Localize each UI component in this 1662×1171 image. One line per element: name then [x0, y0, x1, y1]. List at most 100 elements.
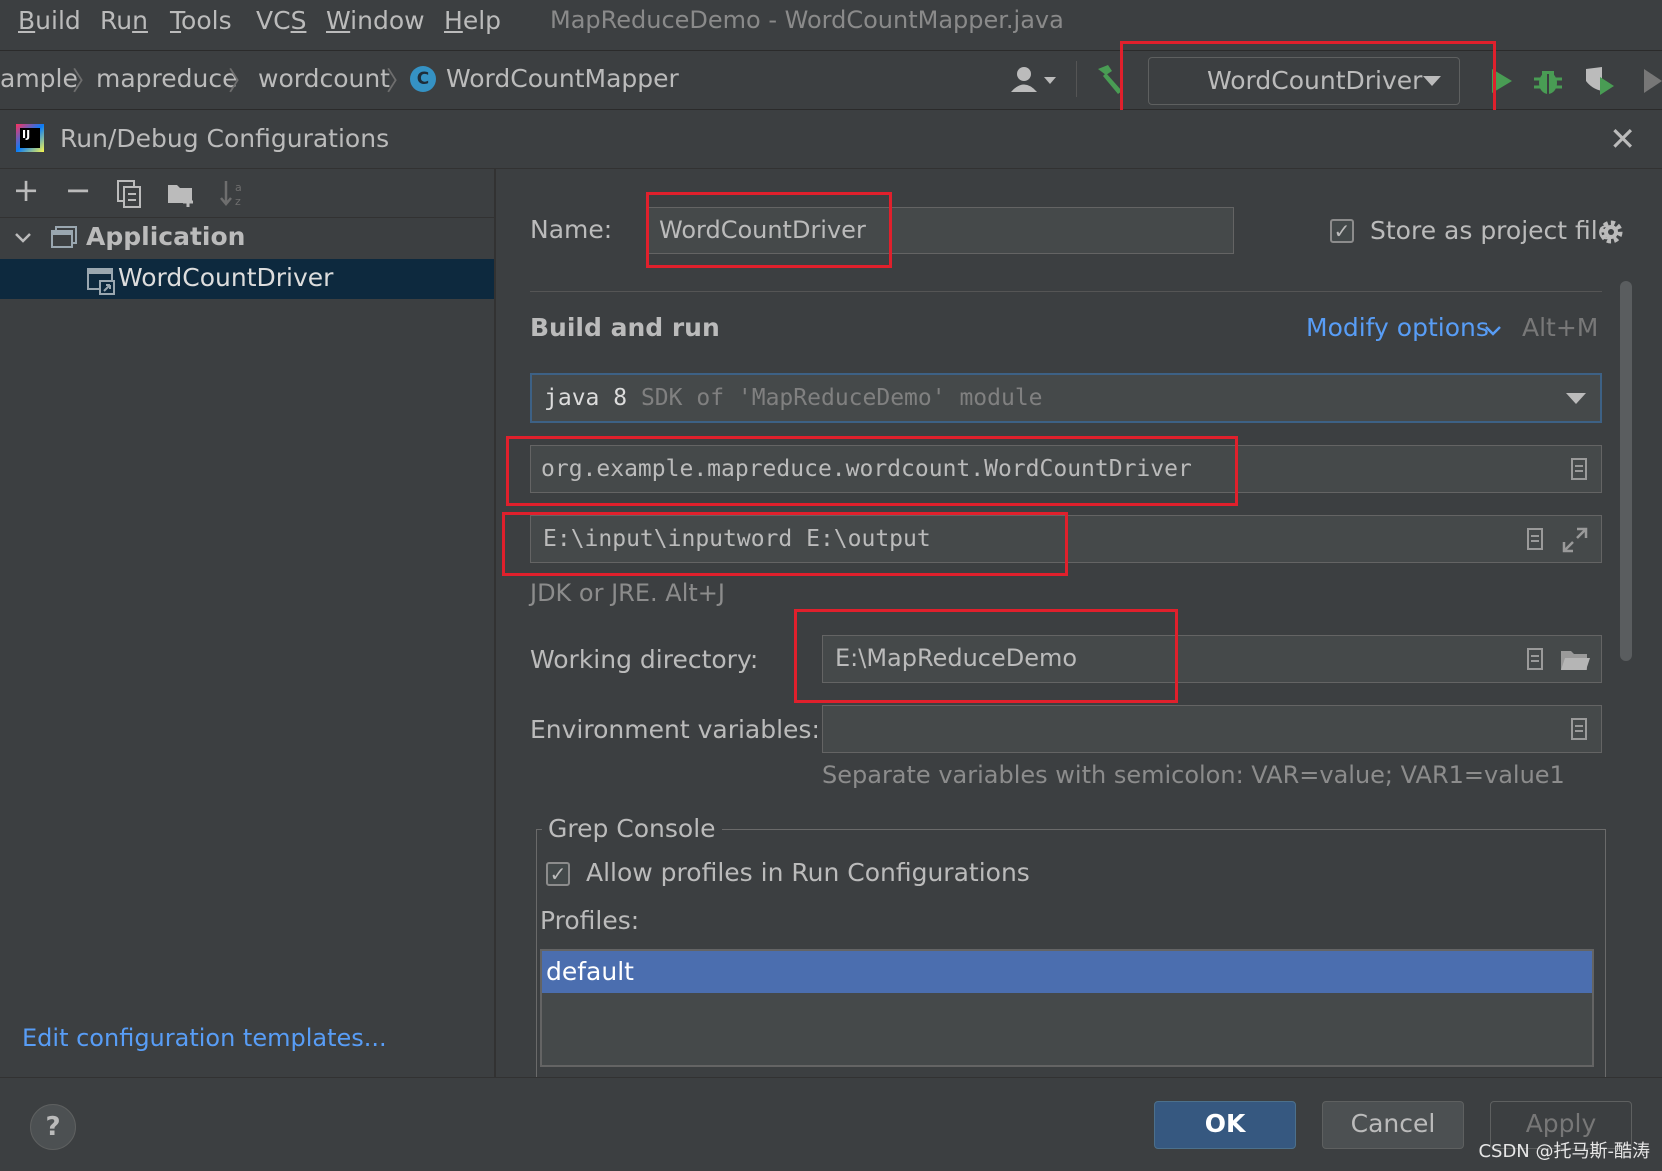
jdk-version: java 8	[544, 385, 628, 411]
environment-variables-label: Environment variables:	[530, 715, 820, 744]
menu-bar: Build Run Tools VCS Window Help MapReduc…	[0, 0, 1662, 51]
jdk-select-value: java 8 SDK of 'MapReduceDemo' module	[544, 385, 1043, 411]
menu-window-label: indow	[350, 6, 425, 35]
watermark-text: CSDN @托马斯-酷涛	[1478, 1141, 1650, 1162]
remove-configuration-icon[interactable]: −	[58, 171, 98, 209]
menu-tools[interactable]: Tools	[170, 6, 232, 35]
dialog-header: IJ Run/Debug Configurations ✕	[0, 110, 1662, 169]
cancel-button[interactable]: Cancel	[1322, 1101, 1464, 1149]
main-class-input[interactable]: org.example.mapreduce.wordcount.WordCoun…	[530, 445, 1602, 493]
program-arguments-input[interactable]: E:\input\inputword E:\output	[530, 515, 1602, 563]
menu-run-label: Ru	[100, 6, 133, 35]
breadcrumb-separator-icon: 〉	[72, 67, 99, 97]
insert-macro-icon[interactable]	[1527, 528, 1543, 550]
help-button[interactable]: ?	[30, 1104, 76, 1150]
configurations-toolbar: + − a z	[0, 169, 494, 218]
breadcrumb-separator-icon: 〉	[386, 67, 413, 97]
insert-macro-icon[interactable]	[1527, 648, 1543, 670]
edit-environment-variables-icon[interactable]	[1571, 718, 1587, 740]
menu-run-mnemonic: n	[132, 6, 148, 35]
breadcrumb-wordcount[interactable]: wordcount	[258, 64, 390, 93]
breadcrumb-class[interactable]: WordCountMapper	[446, 64, 679, 93]
menu-build-label: uild	[35, 6, 81, 35]
name-input-value: WordCountDriver	[659, 216, 866, 244]
grep-console-title: Grep Console	[542, 814, 722, 843]
menu-tools-label: ools	[181, 6, 232, 35]
dialog-title: Run/Debug Configurations	[60, 124, 390, 153]
menu-vcs[interactable]: VCS	[256, 6, 306, 35]
profiles-list[interactable]: default	[540, 949, 1594, 1067]
ok-button[interactable]: OK	[1154, 1101, 1296, 1149]
allow-profiles-checkbox[interactable]: ✓	[546, 862, 570, 886]
tree-item-wordcountdriver[interactable]: WordCountDriver	[0, 259, 494, 299]
close-icon[interactable]: ✕	[1609, 120, 1636, 158]
environment-variables-input[interactable]	[822, 705, 1602, 753]
user-icon[interactable]	[1008, 65, 1060, 95]
list-item-selected[interactable]: default	[542, 951, 1592, 993]
svg-text:a: a	[235, 181, 242, 194]
configurations-sidebar: + − a z Application WordCountDriver Edit…	[0, 169, 496, 1077]
working-directory-value: E:\MapReduceDemo	[835, 644, 1078, 672]
menu-run[interactable]: Run	[100, 6, 148, 35]
modify-options-link[interactable]: Modify options	[1306, 313, 1489, 342]
working-directory-label: Working directory:	[530, 645, 759, 674]
tree-group-application[interactable]: Application	[0, 219, 494, 259]
gear-icon[interactable]	[1596, 217, 1626, 247]
run-configuration-selector[interactable]: WordCountDriver	[1148, 57, 1460, 105]
java-class-icon: C	[410, 66, 436, 92]
name-input[interactable]: WordCountDriver	[646, 207, 1234, 254]
working-directory-input[interactable]: E:\MapReduceDemo	[822, 635, 1602, 683]
dialog-button-bar: ? OK Cancel Apply CSDN @托马斯-酷涛	[0, 1077, 1662, 1171]
menu-help[interactable]: Help	[444, 6, 501, 35]
new-folder-icon[interactable]	[166, 179, 198, 209]
menu-tools-mnemonic: T	[170, 6, 182, 35]
section-divider	[530, 291, 1602, 292]
jre-hint: JDK or JRE. Alt+J	[530, 579, 725, 607]
debug-icon[interactable]	[1532, 65, 1564, 97]
breadcrumb-mapreduce[interactable]: mapreduce	[96, 64, 238, 93]
svg-text:z: z	[235, 195, 241, 208]
menu-build-mnemonic: B	[18, 6, 36, 35]
program-arguments-value: E:\input\inputword E:\output	[543, 526, 931, 552]
tree-item-label: WordCountDriver	[118, 263, 334, 292]
store-as-project-file-checkbox[interactable]: ✓	[1330, 219, 1354, 243]
run-with-coverage-icon[interactable]	[1582, 65, 1618, 99]
application-config-icon	[87, 268, 115, 295]
expand-icon[interactable]	[1561, 526, 1589, 554]
browse-class-icon[interactable]	[1571, 458, 1587, 480]
menu-help-label: elp	[462, 6, 502, 35]
jdk-select[interactable]: java 8 SDK of 'MapReduceDemo' module	[530, 373, 1602, 423]
tree-group-label: Application	[86, 222, 246, 251]
menu-vcs-mnemonic: S	[290, 6, 307, 35]
toolbar-divider	[1076, 61, 1077, 97]
name-label: Name:	[530, 215, 613, 244]
chevron-down-icon[interactable]	[1566, 393, 1586, 405]
run-icon[interactable]	[1488, 67, 1514, 95]
modify-options-shortcut: Alt+M	[1522, 313, 1599, 342]
menu-window[interactable]: Window	[326, 6, 425, 35]
folder-icon[interactable]	[1559, 646, 1591, 674]
add-configuration-icon[interactable]: +	[6, 171, 46, 209]
scrollbar[interactable]	[1620, 281, 1632, 661]
chevron-down-icon[interactable]	[1484, 325, 1502, 339]
store-as-project-file-label: Store as project file	[1370, 216, 1614, 245]
build-and-run-heading: Build and run	[530, 313, 720, 342]
chevron-down-icon[interactable]	[14, 231, 32, 245]
jdk-hint: SDK of 'MapReduceDemo' module	[640, 385, 1043, 411]
configuration-form: Name: WordCountDriver ✓ Store as project…	[496, 169, 1662, 1090]
copy-configuration-icon[interactable]	[116, 179, 144, 209]
more-actions-icon[interactable]	[1640, 67, 1662, 95]
breadcrumb-separator-icon: 〉	[228, 67, 255, 97]
main-class-value: org.example.mapreduce.wordcount.WordCoun…	[541, 456, 1192, 482]
edit-configuration-templates-link[interactable]: Edit configuration templates...	[22, 1024, 387, 1052]
environment-variables-hint: Separate variables with semicolon: VAR=v…	[822, 761, 1565, 789]
intellij-logo-icon: IJ	[16, 124, 44, 152]
window-title: MapReduceDemo - WordCountMapper.java	[550, 6, 1064, 34]
build-hammer-icon[interactable]	[1092, 61, 1128, 97]
sort-icon[interactable]: a z	[218, 179, 250, 209]
menu-vcs-label: VC	[256, 6, 291, 35]
navigation-bar: ample 〉 mapreduce 〉 wordcount 〉 C WordCo…	[0, 51, 1662, 110]
profile-label: default	[546, 957, 634, 986]
menu-build[interactable]: Build	[18, 6, 81, 35]
breadcrumb-project[interactable]: ample	[0, 64, 78, 93]
